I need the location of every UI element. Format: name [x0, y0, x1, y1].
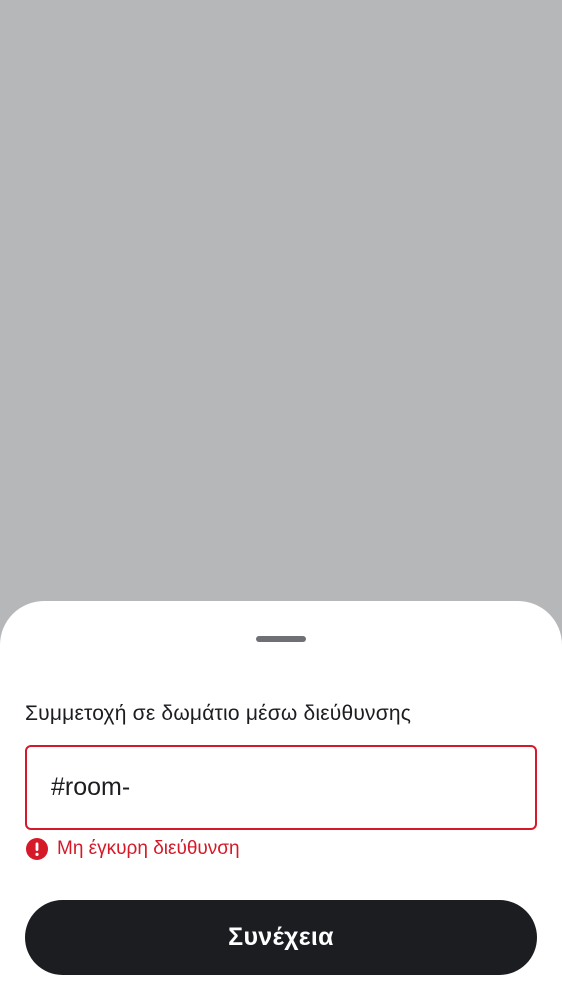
room-address-field[interactable] — [25, 745, 537, 830]
sheet-title: Συμμετοχή σε δωμάτιο μέσω διεύθυνσης — [25, 702, 412, 725]
join-room-screen: Συμμετοχή σε δωμάτιο μέσω διεύθυνσης Μη … — [0, 0, 562, 1000]
continue-button[interactable]: Συνέχεια — [25, 900, 537, 975]
room-address-input[interactable] — [51, 747, 521, 828]
drag-handle[interactable] — [256, 636, 306, 642]
bottom-sheet: Συμμετοχή σε δωμάτιο μέσω διεύθυνσης Μη … — [0, 601, 562, 1000]
error-icon — [25, 837, 49, 861]
error-message-row: Μη έγκυρη διεύθυνση — [25, 837, 240, 861]
error-text: Μη έγκυρη διεύθυνση — [57, 838, 240, 859]
